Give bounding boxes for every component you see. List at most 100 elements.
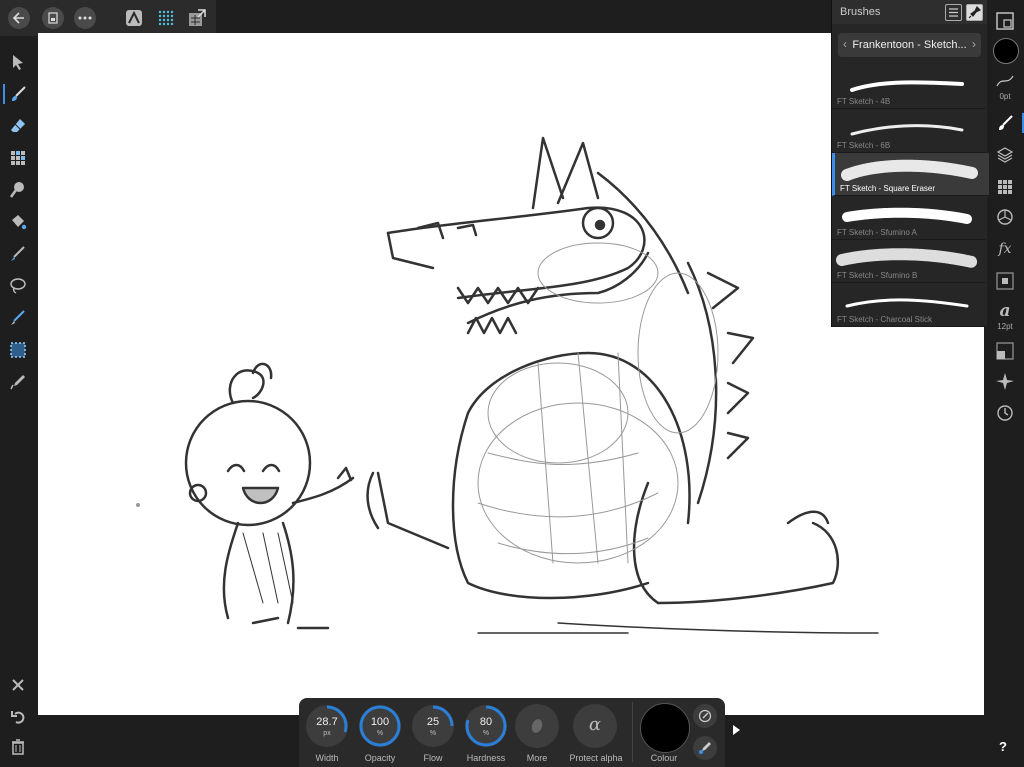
clock-icon bbox=[997, 405, 1013, 421]
brushes-panel-title: Brushes bbox=[840, 6, 881, 18]
help-button[interactable]: ? bbox=[999, 739, 1007, 754]
colour-swatch[interactable] bbox=[640, 703, 690, 753]
stroke-curve-icon bbox=[996, 75, 1014, 87]
marquee-tool[interactable] bbox=[6, 338, 30, 362]
pixel-persona-button[interactable] bbox=[156, 8, 176, 28]
flood-fill-tool[interactable] bbox=[6, 210, 30, 234]
close-icon bbox=[12, 679, 24, 691]
compass-icon bbox=[996, 373, 1014, 390]
colour-well[interactable] bbox=[993, 38, 1019, 64]
opacity-unit: % bbox=[376, 730, 384, 737]
text-a-icon: a bbox=[999, 301, 1011, 321]
colour-label: Colour bbox=[650, 753, 678, 763]
cursor-arrow-icon bbox=[13, 55, 23, 70]
freehand-selection-tool[interactable] bbox=[6, 274, 30, 298]
swatches-grid-icon bbox=[998, 180, 1012, 194]
brush-stroke-preview bbox=[836, 248, 978, 268]
photo-persona-button[interactable] bbox=[124, 8, 144, 28]
colour-picker-button[interactable] bbox=[693, 736, 717, 760]
stroke-width-label: 0pt bbox=[999, 92, 1011, 101]
fx-icon: fx bbox=[998, 241, 1012, 257]
eyedropper-icon bbox=[699, 742, 711, 754]
opacity-dial[interactable]: 100 % bbox=[358, 704, 402, 748]
document-button[interactable] bbox=[42, 7, 64, 29]
pixel-tool[interactable] bbox=[6, 146, 30, 170]
protect-alpha-label: Protect alpha bbox=[569, 753, 623, 763]
pressure-icon bbox=[698, 709, 712, 723]
navigator-studio-button[interactable] bbox=[994, 10, 1016, 32]
context-toolbar: 28.7 px Width 100 % Opacity 25 % Flow 80… bbox=[299, 698, 725, 767]
deselect-button[interactable] bbox=[6, 673, 30, 697]
marquee-icon bbox=[10, 342, 26, 358]
flow-label: Flow bbox=[423, 753, 443, 763]
paint-brush-tool[interactable] bbox=[3, 82, 30, 106]
fx-studio-button[interactable]: fx bbox=[994, 238, 1016, 260]
channels-studio-button[interactable] bbox=[994, 270, 1016, 292]
history-studio-button[interactable] bbox=[994, 402, 1016, 424]
width-dial[interactable]: 28.7 px bbox=[305, 704, 349, 748]
eraser-icon bbox=[11, 119, 25, 132]
flow-value: 25 bbox=[426, 716, 440, 728]
brush-item[interactable]: FT Sketch - Sfumino A bbox=[832, 197, 986, 240]
brush-name: FT Sketch - Charcoal Stick bbox=[837, 314, 932, 324]
pressure-button[interactable] bbox=[693, 704, 717, 728]
brushes-studio-button[interactable] bbox=[994, 112, 1024, 134]
brush-stroke-preview bbox=[842, 207, 972, 224]
brush-item[interactable]: FT Sketch - Charcoal Stick bbox=[832, 284, 986, 327]
erase-brush-tool[interactable] bbox=[6, 114, 30, 138]
opacity-label: Opacity bbox=[364, 753, 396, 763]
flow-dial[interactable]: 25 % bbox=[411, 704, 455, 748]
selection-brush-tool[interactable] bbox=[6, 306, 30, 330]
brush-name: FT Sketch - 4B bbox=[837, 97, 891, 106]
colour-picker-tool[interactable] bbox=[6, 242, 30, 266]
undo-button[interactable] bbox=[6, 705, 30, 729]
brush-name: FT Sketch - 6B bbox=[837, 140, 891, 150]
export-persona-button[interactable] bbox=[187, 8, 207, 28]
undo-icon bbox=[11, 711, 25, 724]
text-studio-button[interactable]: a bbox=[994, 300, 1016, 322]
chevron-left-icon[interactable]: ‹ bbox=[843, 37, 847, 51]
brush-stroke-preview bbox=[850, 80, 964, 92]
more-button[interactable] bbox=[515, 704, 559, 748]
brushes-panel: Brushes ‹ Frankentoon - Sketch... › FT S… bbox=[831, 0, 989, 327]
brush-category-label: Frankentoon - Sketch... bbox=[852, 39, 967, 51]
layers-studio-button[interactable] bbox=[994, 144, 1016, 166]
brush-item[interactable]: FT Sketch - 4B bbox=[832, 66, 986, 109]
adjustments-studio-button[interactable] bbox=[994, 206, 1016, 228]
width-value: 28.7 bbox=[316, 716, 338, 728]
brush-item[interactable]: FT Sketch - Sfumino B bbox=[832, 240, 986, 283]
brush-stroke-preview bbox=[850, 123, 964, 135]
list-view-button[interactable] bbox=[945, 4, 962, 21]
flow-unit: % bbox=[429, 730, 437, 737]
move-tool[interactable] bbox=[6, 50, 30, 74]
smudge-tool[interactable] bbox=[6, 178, 30, 202]
expand-toolbar-arrow-icon[interactable] bbox=[733, 725, 740, 735]
smudge-icon bbox=[9, 182, 24, 198]
brush-name: FT Sketch - Square Eraser bbox=[840, 184, 935, 193]
text-size-label: 12pt bbox=[997, 322, 1013, 331]
channels-icon bbox=[996, 272, 1014, 290]
right-studio-toolbar: 0pt fx a 12pt bbox=[986, 0, 1024, 767]
transform-studio-button[interactable] bbox=[994, 340, 1016, 362]
hardness-unit: % bbox=[482, 730, 490, 737]
brush-item[interactable]: FT Sketch - 6B bbox=[832, 110, 986, 153]
brush-item[interactable]: FT Sketch - Square Eraser bbox=[832, 153, 989, 196]
left-toolbar bbox=[0, 36, 37, 767]
chevron-right-icon[interactable]: › bbox=[972, 37, 976, 51]
navigator-compass-button[interactable] bbox=[994, 370, 1016, 392]
back-button[interactable] bbox=[8, 7, 30, 29]
pin-panel-button[interactable] bbox=[966, 4, 983, 21]
hardness-dial[interactable]: 80 % bbox=[464, 704, 508, 748]
more-menu-button[interactable] bbox=[74, 7, 96, 29]
brush-icon bbox=[999, 115, 1013, 130]
protect-alpha-toggle[interactable]: α bbox=[573, 704, 617, 748]
transform-icon bbox=[996, 342, 1014, 360]
swatches-studio-button[interactable] bbox=[994, 176, 1016, 198]
stroke-width-button[interactable] bbox=[994, 70, 1016, 92]
ellipsis-icon bbox=[78, 16, 92, 20]
hardness-label: Hardness bbox=[466, 753, 506, 763]
navigator-icon bbox=[996, 12, 1014, 30]
delete-button[interactable] bbox=[6, 735, 30, 759]
brush-category-selector[interactable]: ‹ Frankentoon - Sketch... › bbox=[838, 33, 981, 57]
eyedropper-tool[interactable] bbox=[6, 370, 30, 394]
